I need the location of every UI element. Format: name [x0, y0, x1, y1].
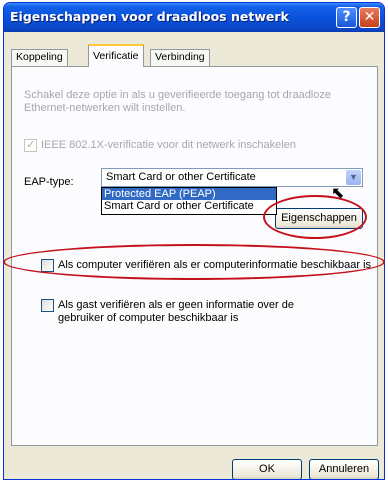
checkmark-icon: ✓: [26, 139, 36, 151]
ok-button[interactable]: OK: [232, 459, 302, 479]
window-title: Eigenschappen voor draadloos netwerk: [10, 9, 289, 24]
tab-koppeling[interactable]: Koppeling: [11, 49, 68, 66]
close-button[interactable]: ✕: [359, 7, 380, 28]
close-icon: ✕: [363, 9, 376, 25]
help-icon: ?: [342, 9, 351, 25]
tab-verificatie[interactable]: Verificatie: [88, 44, 144, 67]
dropdown-arrow-icon[interactable]: ▼: [346, 170, 361, 185]
tab-verbinding[interactable]: Verbinding: [150, 49, 210, 66]
eap-option-smartcard[interactable]: Smart Card or other Certificate: [102, 200, 276, 212]
computer-checkbox[interactable]: [41, 259, 54, 272]
eap-type-label: EAP-type:: [24, 176, 74, 188]
ieee-checkbox-label: IEEE 802.1X-verificatie voor dit netwerk…: [41, 139, 296, 151]
verificatie-panel: Schakel deze optie in als u geverifieerd…: [11, 66, 378, 446]
eap-option-peap[interactable]: Protected EAP (PEAP): [102, 188, 276, 200]
mouse-cursor-icon: ⬉: [331, 185, 345, 202]
eap-type-select[interactable]: Smart Card or other Certificate ▼: [101, 168, 363, 187]
computer-checkbox-label: Als computer verifiëren als er computeri…: [58, 259, 372, 271]
properties-button[interactable]: Eigenschappen: [275, 208, 363, 229]
cancel-button[interactable]: Annuleren: [309, 459, 379, 479]
title-bar[interactable]: Eigenschappen voor draadloos netwerk ? ✕: [4, 3, 384, 32]
guest-checkbox-label: Als gast verifiëren als er geen informat…: [58, 299, 295, 324]
ieee-checkbox[interactable]: ✓: [24, 139, 37, 152]
help-button[interactable]: ?: [336, 7, 357, 28]
properties-dialog: Eigenschappen voor draadloos netwerk ? ✕…: [3, 2, 385, 480]
ieee-checkbox-row: ✓ IEEE 802.1X-verificatie voor dit netwe…: [24, 139, 296, 152]
computer-checkbox-row: Als computer verifiëren als er computeri…: [41, 259, 371, 272]
eap-type-dropdown-list: Protected EAP (PEAP) Smart Card or other…: [101, 187, 277, 215]
description-text: Schakel deze optie in als u geverifieerd…: [24, 89, 331, 114]
eap-type-value: Smart Card or other Certificate: [106, 171, 256, 183]
guest-checkbox[interactable]: [41, 299, 54, 312]
guest-checkbox-row: Als gast verifiëren als er geen informat…: [41, 299, 341, 325]
